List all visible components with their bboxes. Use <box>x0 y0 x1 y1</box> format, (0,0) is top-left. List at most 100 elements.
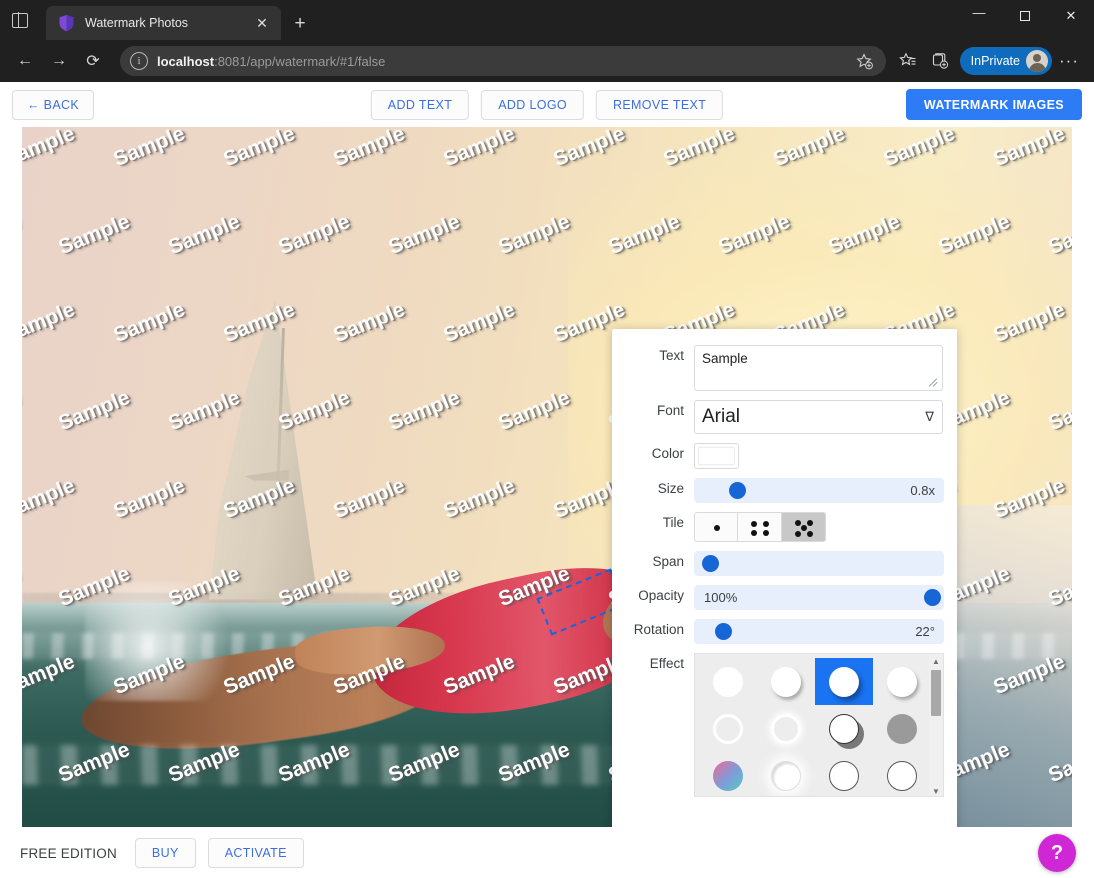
canvas-area[interactable]: Sample Sample Sample Sample Sample Sample Samp… <box>0 127 1094 827</box>
favorites-icon[interactable] <box>892 45 924 77</box>
span-slider[interactable] <box>694 551 944 576</box>
buy-button[interactable]: BUY <box>134 838 196 868</box>
effect-label: Effect <box>649 656 684 671</box>
tab-list-button[interactable] <box>0 0 40 40</box>
close-icon[interactable]: ✕ <box>251 12 273 34</box>
toolbar-actions: ADD TEXT ADD LOGO REMOVE TEXT <box>370 89 724 120</box>
chevron-down-icon: ∇ <box>925 409 934 424</box>
avatar <box>1026 50 1048 72</box>
effect-swatch-icon <box>713 760 743 791</box>
font-value: Arial <box>702 406 741 427</box>
inprivate-profile-button[interactable]: InPrivate <box>959 47 1052 75</box>
tile-option-four[interactable] <box>738 512 782 542</box>
url-path: :8081/app/watermark/#1/false <box>214 53 386 69</box>
opacity-slider[interactable]: 100% <box>694 585 944 610</box>
add-text-button[interactable]: ADD TEXT <box>370 89 470 120</box>
tab-title: Watermark Photos <box>85 16 189 30</box>
tile-option-single[interactable] <box>694 512 738 542</box>
text-label: Text <box>659 348 684 363</box>
span-label: Span <box>652 554 684 569</box>
activate-button[interactable]: ACTIVATE <box>207 838 304 868</box>
effect-option-3[interactable] <box>815 658 873 705</box>
more-options-icon[interactable]: ··· <box>1052 45 1086 77</box>
effect-swatch-icon <box>771 760 801 791</box>
size-slider[interactable]: 0.8x <box>694 478 944 503</box>
remove-text-toolbar-button[interactable]: REMOVE TEXT <box>595 89 724 120</box>
sea-foam-lower <box>22 745 652 785</box>
effect-swatch-icon <box>887 713 917 744</box>
color-swatch-fill <box>698 447 735 465</box>
effect-option-9[interactable] <box>699 752 757 796</box>
font-row: Font Arial ∇ <box>626 400 943 434</box>
maximize-button[interactable] <box>1002 0 1048 32</box>
shield-icon <box>58 14 75 32</box>
browser-window: Watermark Photos ✕ + — ✕ ← → ⟳ i localho… <box>0 0 1094 878</box>
address-bar-url: localhost:8081/app/watermark/#1/false <box>157 54 852 69</box>
collections-icon[interactable] <box>924 45 956 77</box>
effect-swatch-icon <box>829 760 859 791</box>
rotation-slider-thumb[interactable] <box>715 623 733 640</box>
size-label: Size <box>657 481 684 496</box>
watermark-images-button[interactable]: WATERMARK IMAGES <box>905 89 1082 120</box>
address-bar[interactable]: i localhost:8081/app/watermark/#1/false <box>120 46 886 76</box>
resize-grip-icon[interactable] <box>929 377 939 387</box>
effect-option-2[interactable] <box>757 658 815 705</box>
span-slider-thumb[interactable] <box>701 555 719 572</box>
add-logo-button[interactable]: ADD LOGO <box>481 89 584 120</box>
rotation-slider[interactable]: 22° <box>694 619 944 644</box>
size-row: Size 0.8x <box>626 478 944 503</box>
span-row: Span <box>626 551 944 576</box>
minimize-button[interactable]: — <box>956 0 1002 32</box>
effect-option-4[interactable] <box>873 658 931 705</box>
effect-option-11[interactable] <box>815 752 873 796</box>
add-favorite-icon[interactable] <box>852 48 878 74</box>
tile-dot <box>763 521 769 527</box>
opacity-row: Opacity 100% <box>626 585 944 610</box>
reload-icon[interactable]: ⟳ <box>76 45 110 77</box>
back-button[interactable]: ← BACK <box>12 89 95 120</box>
effect-option-12[interactable] <box>873 752 931 796</box>
rotation-row: Rotation 22° <box>626 619 944 644</box>
effect-swatch-icon <box>713 713 743 744</box>
size-slider-thumb[interactable] <box>729 482 747 499</box>
help-button[interactable]: ? <box>1038 834 1076 872</box>
effect-scrollbar[interactable]: ▲ ▼ <box>929 654 943 796</box>
effect-row: Effect ▲ ▼ <box>626 653 944 797</box>
scrollbar-thumb[interactable] <box>931 670 941 716</box>
inprivate-label: InPrivate <box>970 54 1020 68</box>
effect-swatch-icon <box>771 713 801 744</box>
tile-dot <box>714 525 720 531</box>
url-host: localhost <box>157 53 215 69</box>
forward-icon[interactable]: → <box>42 45 76 77</box>
tile-row: Tile <box>626 512 943 542</box>
effect-picker[interactable]: ▲ ▼ <box>694 653 944 797</box>
effect-option-6[interactable] <box>757 705 815 752</box>
effect-option-10[interactable] <box>757 752 815 796</box>
opacity-slider-thumb[interactable] <box>924 589 941 606</box>
maximize-icon <box>1020 11 1030 21</box>
watermark-settings-panel: Text Sample Font Arial ∇ Color Size 0.8x… <box>612 329 957 827</box>
back-icon[interactable]: ← <box>8 45 42 77</box>
app-toolbar: ← BACK ADD TEXT ADD LOGO REMOVE TEXT WAT… <box>0 82 1094 127</box>
scroll-up-icon[interactable]: ▲ <box>929 654 943 668</box>
effect-grid <box>699 658 943 796</box>
effect-option-8[interactable] <box>873 705 931 752</box>
text-input[interactable]: Sample <box>694 345 943 391</box>
effect-option-7[interactable] <box>815 705 873 752</box>
tab-list-icon <box>12 11 28 29</box>
rotation-label: Rotation <box>633 622 684 637</box>
close-window-button[interactable]: ✕ <box>1048 0 1094 32</box>
effect-option-5[interactable] <box>699 705 757 752</box>
new-tab-button[interactable]: + <box>285 8 315 38</box>
water-splash <box>85 581 245 701</box>
browser-tab[interactable]: Watermark Photos ✕ <box>46 6 281 40</box>
effect-swatch-icon <box>771 666 801 697</box>
color-swatch[interactable] <box>694 443 739 469</box>
effect-option-1[interactable] <box>699 658 757 705</box>
site-info-icon[interactable]: i <box>130 52 148 70</box>
size-value: 0.8x <box>910 483 935 498</box>
effect-swatch-icon <box>887 760 917 791</box>
font-select[interactable]: Arial ∇ <box>694 400 943 434</box>
tile-option-five[interactable] <box>782 512 826 542</box>
scroll-down-icon[interactable]: ▼ <box>929 784 943 796</box>
